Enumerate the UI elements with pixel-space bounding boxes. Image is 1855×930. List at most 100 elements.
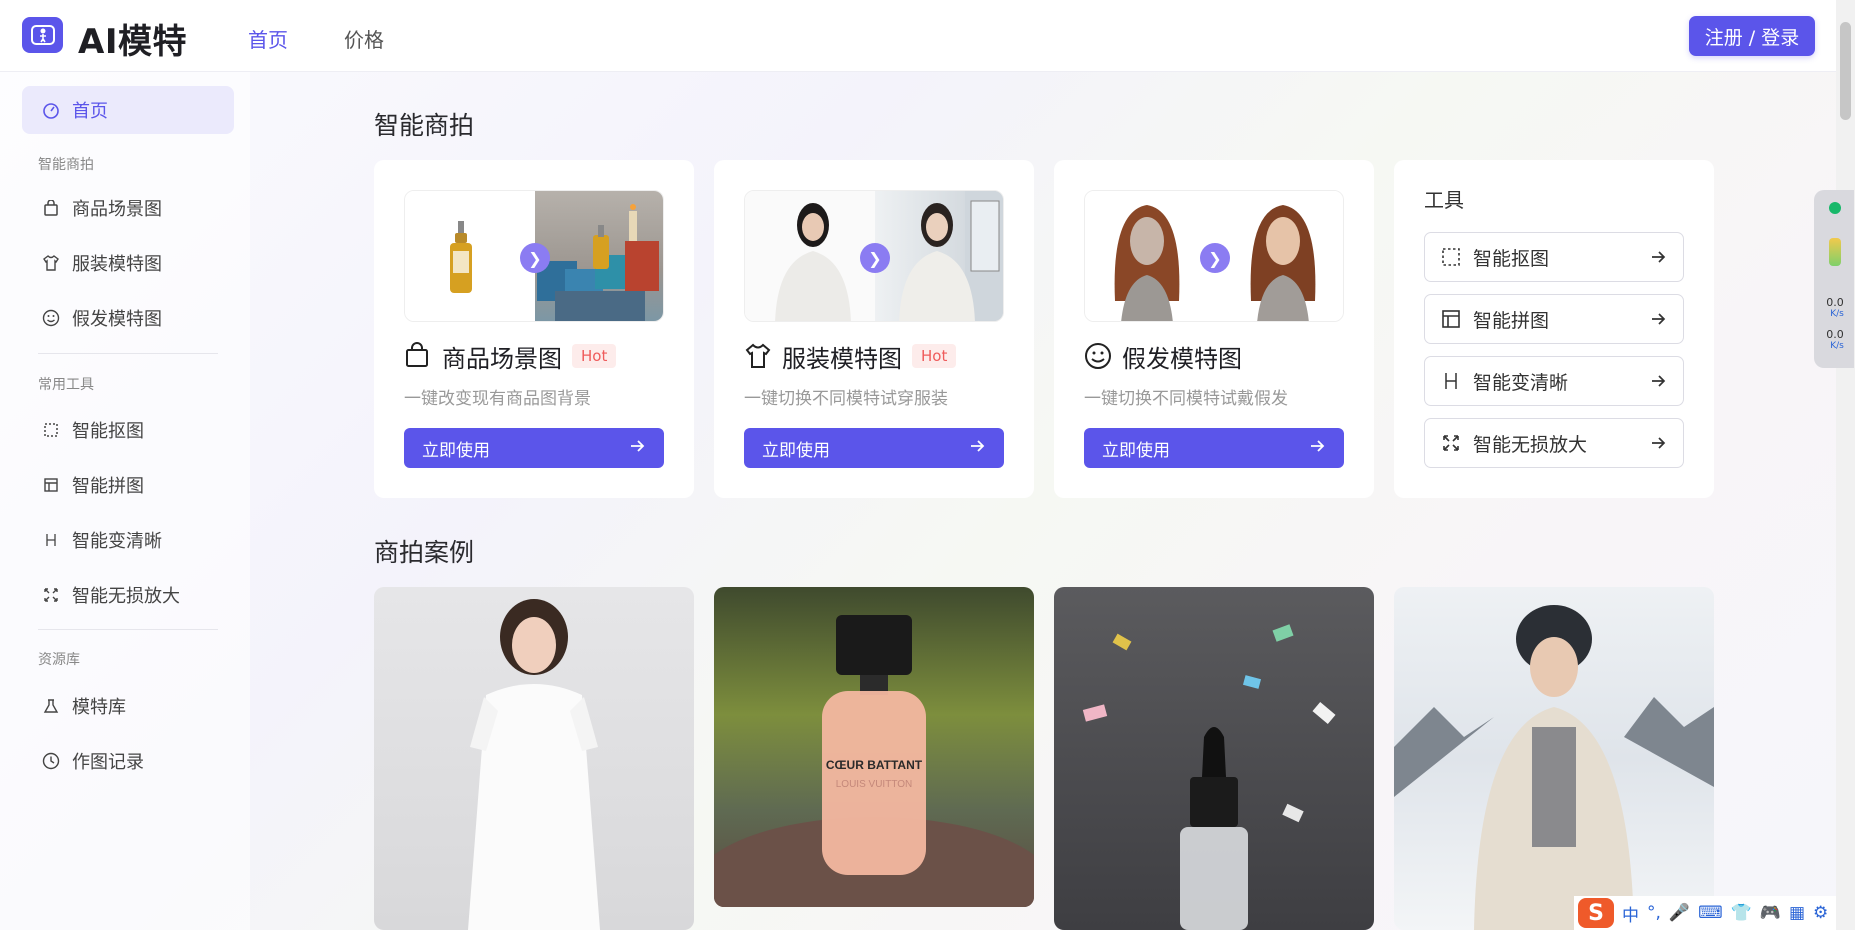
smile-icon	[1084, 342, 1112, 370]
crop-icon	[42, 421, 60, 439]
app-name[interactable]: AI模特	[78, 14, 187, 63]
sidebar-item-cutout[interactable]: 智能抠图	[22, 406, 234, 454]
h-icon	[1441, 371, 1461, 391]
game-icon[interactable]: 🎮	[1760, 903, 1781, 923]
dashboard-icon	[42, 101, 60, 119]
smile-icon	[42, 309, 60, 327]
sidebar-item-label: 智能拼图	[72, 476, 144, 497]
card-title: 假发模特图	[1084, 338, 1242, 374]
tools-card: 工具 智能抠图 智能拼图 智能变清晰 智能无损放大	[1394, 160, 1714, 498]
sidebar-group-title: 智能商拍	[38, 157, 94, 173]
sidebar-item-clothing-model[interactable]: 服装模特图	[22, 239, 234, 287]
keyboard-icon[interactable]: ⌨	[1698, 903, 1723, 923]
network-speed-widget[interactable]: 0.0 K/s 0.0 K/s	[1814, 190, 1854, 368]
arrow-right-icon	[1649, 434, 1667, 452]
nav-pricing[interactable]: 价格	[344, 24, 384, 53]
download-unit: K/s	[1830, 341, 1844, 351]
button-label: 立即使用	[1102, 440, 1170, 461]
card-title: 服装模特图 Hot	[744, 338, 957, 374]
tool-label: 智能无损放大	[1473, 433, 1588, 456]
after-image	[1215, 191, 1343, 321]
sidebar-divider	[38, 353, 218, 354]
sidebar-item-label: 首页	[72, 101, 108, 122]
settings-icon[interactable]: ⚙	[1813, 903, 1828, 923]
layout-icon	[1441, 309, 1461, 329]
grid-icon[interactable]: ▦	[1789, 903, 1805, 923]
tools-title: 工具	[1424, 188, 1464, 212]
status-dot-icon	[1829, 202, 1841, 214]
sidebar-item-wig-model[interactable]: 假发模特图	[22, 294, 234, 342]
before-after-preview: ❯	[1084, 190, 1344, 322]
sidebar-item-home[interactable]: 首页	[22, 86, 234, 134]
shopping-bag-icon	[42, 199, 60, 217]
use-now-button[interactable]: 立即使用	[1084, 428, 1344, 468]
feature-card-product-scene: ❯ 商品场景图 Hot 一键改变现有商品图背景 立即使用	[374, 160, 694, 498]
download-speed: 0.0	[1826, 328, 1844, 341]
case-image-winter-coat[interactable]	[1394, 587, 1714, 930]
tool-label: 智能抠图	[1473, 247, 1550, 270]
button-label: 立即使用	[422, 440, 490, 461]
arrow-right-icon	[1308, 437, 1326, 460]
clock-icon	[42, 752, 60, 770]
sidebar-item-history[interactable]: 作图记录	[22, 737, 234, 785]
ime-language[interactable]: 中	[1622, 901, 1639, 926]
sidebar-item-label: 作图记录	[72, 752, 144, 773]
crop-icon	[1441, 247, 1461, 267]
use-now-button[interactable]: 立即使用	[744, 428, 1004, 468]
sidebar-item-model-library[interactable]: 模特库	[22, 682, 234, 730]
card-description: 一键改变现有商品图背景	[404, 389, 591, 409]
shopping-bag-icon	[404, 342, 432, 370]
h-icon	[42, 531, 60, 549]
hot-badge: Hot	[572, 344, 617, 368]
microphone-icon[interactable]: 🎤	[1669, 903, 1690, 923]
use-now-button[interactable]: 立即使用	[404, 428, 664, 468]
nav-home[interactable]: 首页	[248, 24, 288, 53]
scrollbar[interactable]	[1836, 0, 1855, 930]
case-image-girl-dress[interactable]	[374, 587, 694, 930]
tshirt-icon	[744, 342, 772, 370]
punctuation-icon[interactable]: °,	[1647, 903, 1661, 923]
arrow-right-icon: ❯	[860, 243, 890, 273]
tool-label: 智能拼图	[1473, 309, 1550, 332]
skin-icon[interactable]: 👕	[1731, 903, 1752, 923]
button-label: 立即使用	[762, 440, 830, 461]
ime-toolbar[interactable]: S 中 °, 🎤 ⌨ 👕 🎮 ▦ ⚙	[1574, 896, 1836, 930]
after-image	[535, 191, 663, 321]
card-title: 商品场景图 Hot	[404, 338, 617, 374]
sidebar-item-product-scene[interactable]: 商品场景图	[22, 184, 234, 232]
after-image	[875, 191, 1003, 321]
sidebar-divider	[38, 629, 218, 630]
arrow-right-icon	[1649, 372, 1667, 390]
arrow-right-icon	[628, 437, 646, 460]
before-after-preview: ❯	[744, 190, 1004, 322]
tool-upscale-button[interactable]: 智能无损放大	[1424, 418, 1684, 468]
card-title-text: 假发模特图	[1122, 344, 1242, 373]
sidebar-item-upscale[interactable]: 智能无损放大	[22, 571, 234, 619]
logo-icon[interactable]	[22, 17, 63, 53]
card-description: 一键切换不同模特试穿服装	[744, 389, 948, 409]
sidebar-item-label: 智能变清晰	[72, 531, 162, 552]
sidebar-item-enhance[interactable]: 智能变清晰	[22, 516, 234, 564]
sogou-logo-icon[interactable]: S	[1578, 898, 1614, 928]
battery-icon	[1829, 238, 1841, 266]
case-image-perfume[interactable]: CŒUR BATTANT LOUIS VUITTON	[714, 587, 1034, 907]
before-after-preview: ❯	[404, 190, 664, 322]
arrow-right-icon	[968, 437, 986, 460]
arrow-right-icon	[1649, 248, 1667, 266]
sidebar: 首页 智能商拍 商品场景图 服装模特图 假发模特图 常用工具 智能抠图 智能拼图	[0, 72, 250, 930]
perfume-brand: LOUIS VUITTON	[836, 779, 913, 790]
section-title-cases: 商拍案例	[374, 538, 475, 567]
tool-enhance-button[interactable]: 智能变清晰	[1424, 356, 1684, 406]
arrow-right-icon	[1649, 310, 1667, 328]
card-description: 一键切换不同模特试戴假发	[1084, 389, 1288, 409]
tool-cutout-button[interactable]: 智能抠图	[1424, 232, 1684, 282]
sidebar-item-label: 假发模特图	[72, 309, 162, 330]
feature-card-wig-model: ❯ 假发模特图 一键切换不同模特试戴假发 立即使用	[1054, 160, 1374, 498]
perfume-label: CŒUR BATTANT	[826, 758, 923, 772]
sidebar-item-collage[interactable]: 智能拼图	[22, 461, 234, 509]
login-button[interactable]: 注册 / 登录	[1689, 16, 1815, 56]
scrollbar-thumb[interactable]	[1840, 22, 1851, 120]
case-image-serum[interactable]	[1054, 587, 1374, 930]
sidebar-item-label: 商品场景图	[72, 199, 162, 220]
tool-collage-button[interactable]: 智能拼图	[1424, 294, 1684, 344]
